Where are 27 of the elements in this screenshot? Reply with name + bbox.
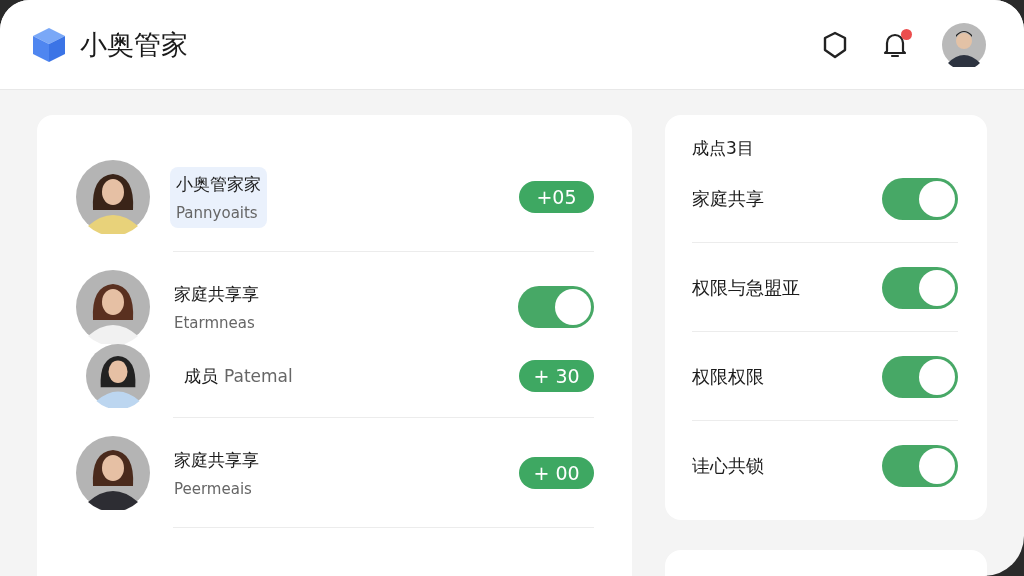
- cube-logo-icon: [32, 26, 66, 63]
- member-name: 小奥管家家: [176, 172, 261, 196]
- avatar[interactable]: [942, 22, 986, 67]
- toggle-switch[interactable]: [882, 444, 958, 487]
- selected-name-box[interactable]: 小奥管家家 Pannyoaits: [170, 166, 267, 228]
- shield-icon[interactable]: [822, 30, 848, 59]
- count-badge: + 00: [519, 457, 594, 489]
- avatar: [86, 344, 150, 408]
- count-badge: + 30: [519, 360, 594, 392]
- toggle-switch[interactable]: [518, 286, 594, 328]
- toggle-switch[interactable]: [882, 177, 958, 220]
- toggle-switch[interactable]: [882, 355, 958, 398]
- section-title: 成点3目: [692, 137, 755, 160]
- member-subtitle: Etarmneas: [174, 313, 255, 332]
- setting-label: 诖心共锁: [692, 453, 764, 478]
- member-subtitle: Patemal: [224, 365, 293, 386]
- setting-label: 权限权限: [692, 364, 764, 389]
- member-name: 成员: [184, 364, 218, 388]
- member-name: 家庭共享享: [174, 282, 259, 306]
- setting-label: 权限与急盟亚: [692, 275, 800, 300]
- toggle-switch[interactable]: [882, 266, 958, 309]
- member-subtitle: Pannyoaits: [176, 203, 258, 222]
- app-title: 小奥管家: [80, 27, 188, 62]
- member-name: 家庭共享享: [174, 448, 259, 472]
- count-badge: +05: [519, 181, 594, 213]
- member-subtitle: Peermeais: [174, 479, 252, 498]
- setting-label: 家庭共享: [692, 186, 764, 211]
